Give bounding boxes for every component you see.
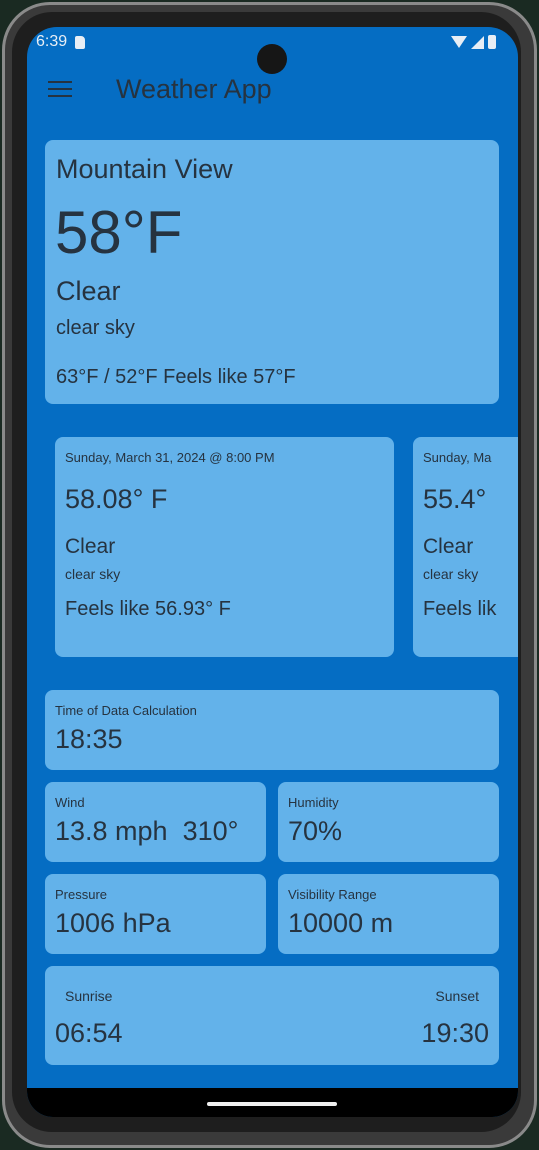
data-time-card: Time of Data Calculation 18:35 xyxy=(45,690,499,770)
temp-range: 63°F / 52°F Feels like 57°F xyxy=(56,366,296,388)
wind-label: Wind xyxy=(55,795,85,810)
forecast-card[interactable]: Sunday, March 31, 2024 @ 8:00 PM 58.08° … xyxy=(55,437,394,657)
current-temp: 58°F xyxy=(55,199,183,266)
sunrise-label: Sunrise xyxy=(65,988,113,1004)
current-weather-card: Mountain View 58°F Clear clear sky 63°F … xyxy=(45,140,499,404)
current-desc: clear sky xyxy=(56,317,135,339)
pressure-label: Pressure xyxy=(55,887,108,902)
humidity-label: Humidity xyxy=(288,795,339,810)
forecast-desc: clear sky xyxy=(65,566,121,582)
pressure-value: 1006 hPa xyxy=(55,908,171,938)
menu-icon[interactable] xyxy=(48,81,72,97)
battery-icon xyxy=(488,35,496,49)
humidity-card: Humidity 70% xyxy=(278,782,499,862)
forecast-main: Clear xyxy=(65,535,116,558)
sunset-label: Sunset xyxy=(435,988,479,1004)
forecast-desc: clear sky xyxy=(423,566,479,582)
visibility-value: 10000 m xyxy=(288,908,394,938)
wind-card: Wind 13.8 mph 310° xyxy=(45,782,266,862)
pressure-card: Pressure 1006 hPa xyxy=(45,874,266,954)
calc-label: Time of Data Calculation xyxy=(55,703,197,718)
forecast-date: Sunday, Ma xyxy=(423,450,492,465)
sd-card-icon xyxy=(75,35,86,49)
forecast-main: Clear xyxy=(423,535,474,558)
visibility-label: Visibility Range xyxy=(288,887,377,902)
forecast-temp: 58.08° F xyxy=(65,484,168,514)
forecast-card[interactable]: Sunday, Ma 55.4° Clear clear sky Feels l… xyxy=(413,437,518,657)
wind-value: 13.8 mph 310° xyxy=(55,816,239,846)
current-main: Clear xyxy=(56,276,121,306)
visibility-card: Visibility Range 10000 m xyxy=(278,874,499,954)
forecast-feels: Feels like 56.93° F xyxy=(65,598,231,620)
forecast-temp: 55.4° xyxy=(423,484,487,514)
screen: 6:39 Weather App Mountain View 58°F Clea… xyxy=(27,27,518,1117)
forecast-date: Sunday, March 31, 2024 @ 8:00 PM xyxy=(65,450,275,465)
navigation-bar xyxy=(27,1088,518,1117)
forecast-feels: Feels lik xyxy=(423,598,497,620)
home-gesture-handle[interactable] xyxy=(207,1102,337,1106)
sunset-value: 19:30 xyxy=(421,1018,489,1048)
calc-value: 18:35 xyxy=(55,724,123,754)
signal-icon xyxy=(471,35,484,49)
sunrise-value: 06:54 xyxy=(55,1018,123,1048)
app-bar: Weather App xyxy=(27,67,518,111)
wifi-icon xyxy=(451,36,467,48)
app-title: Weather App xyxy=(116,73,272,104)
city-name: Mountain View xyxy=(56,154,233,184)
humidity-value: 70% xyxy=(288,816,343,846)
status-time: 6:39 xyxy=(36,33,68,50)
sun-card: Sunrise 06:54 Sunset 19:30 xyxy=(45,966,499,1065)
